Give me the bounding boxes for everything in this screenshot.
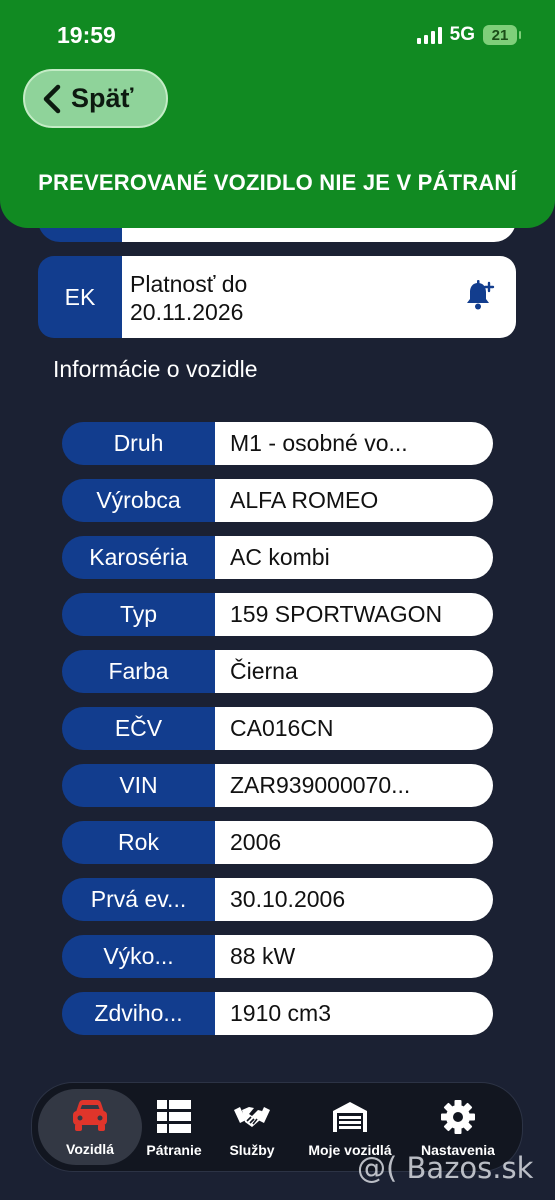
- info-row: Typ 159 SPORTWAGON: [62, 593, 493, 636]
- info-key: Výko...: [62, 935, 215, 978]
- info-key: Zdviho...: [62, 992, 215, 1035]
- info-row: Druh M1 - osobné vo...: [62, 422, 493, 465]
- verification-header: 19:59 5G 21 Späť PREVEROVANÉ VOZIDLO NIE…: [0, 0, 555, 228]
- info-key: Prvá ev...: [62, 878, 215, 921]
- tab-label: Služby: [229, 1142, 275, 1158]
- tab-patranie[interactable]: Pátranie: [136, 1083, 212, 1173]
- info-value: 1910 cm3: [215, 992, 493, 1035]
- list-icon: [157, 1100, 191, 1133]
- info-value: 30.10.2006: [215, 878, 493, 921]
- info-key: Výrobca: [62, 479, 215, 522]
- info-value: M1 - osobné vo...: [215, 422, 493, 465]
- info-key: Typ: [62, 593, 215, 636]
- info-key: VIN: [62, 764, 215, 807]
- tab-sluzby[interactable]: Služby: [216, 1083, 288, 1173]
- ek-validity-date: 20.11.2026: [130, 299, 244, 325]
- section-title: Informácie o vozidle: [53, 356, 258, 382]
- info-value: ZAR939000070...: [215, 764, 493, 807]
- info-row: Rok 2006: [62, 821, 493, 864]
- info-row: Výko... 88 kW: [62, 935, 493, 978]
- ek-validity: Platnosť do 20.11.2026: [122, 256, 516, 338]
- ek-validity-label: Platnosť do: [130, 271, 248, 297]
- info-value: CA016CN: [215, 707, 493, 750]
- status-time: 19:59: [57, 22, 116, 48]
- info-row: VIN ZAR939000070...: [62, 764, 493, 807]
- battery-level: 21: [491, 26, 509, 44]
- handshake-icon: [234, 1107, 270, 1127]
- info-key: EČV: [62, 707, 215, 750]
- info-value: 159 SPORTWAGON: [215, 593, 493, 636]
- network-type: 5G: [449, 24, 475, 45]
- info-value: ALFA ROMEO: [215, 479, 493, 522]
- tab-label: Vozidlá: [66, 1141, 114, 1157]
- info-row: EČV CA016CN: [62, 707, 493, 750]
- back-label: Späť: [71, 83, 134, 113]
- status-banner: PREVEROVANÉ VOZIDLO NIE JE V PÁTRANÍ: [38, 170, 517, 195]
- info-value: AC kombi: [215, 536, 493, 579]
- back-button[interactable]: Späť: [23, 69, 168, 128]
- info-row: Prvá ev... 30.10.2006: [62, 878, 493, 921]
- ek-card[interactable]: EK Platnosť do 20.11.2026: [38, 256, 516, 338]
- status-indicators: 5G 21: [416, 24, 521, 46]
- info-key: Farba: [62, 650, 215, 693]
- bell-plus-icon[interactable]: [464, 278, 496, 312]
- gear-icon: [441, 1100, 475, 1134]
- battery-icon: 21: [483, 25, 521, 45]
- watermark: @( Bazos.sk: [357, 1151, 534, 1185]
- vehicle-info-list: Druh M1 - osobné vo... Výrobca ALFA ROME…: [62, 422, 493, 1049]
- car-icon: [73, 1100, 107, 1131]
- chevron-left-icon: [43, 84, 61, 113]
- info-key: Druh: [62, 422, 215, 465]
- info-value: 2006: [215, 821, 493, 864]
- ek-label: EK: [38, 256, 122, 338]
- garage-icon: [333, 1102, 367, 1132]
- info-key: Rok: [62, 821, 215, 864]
- tab-vozidla[interactable]: Vozidlá: [38, 1089, 142, 1165]
- info-value: 88 kW: [215, 935, 493, 978]
- info-key: Karoséria: [62, 536, 215, 579]
- info-row: Farba Čierna: [62, 650, 493, 693]
- info-row: Zdviho... 1910 cm3: [62, 992, 493, 1035]
- info-value: Čierna: [215, 650, 493, 693]
- info-row: Karoséria AC kombi: [62, 536, 493, 579]
- signal-icon: [416, 26, 442, 44]
- info-row: Výrobca ALFA ROMEO: [62, 479, 493, 522]
- tab-label: Pátranie: [146, 1142, 202, 1158]
